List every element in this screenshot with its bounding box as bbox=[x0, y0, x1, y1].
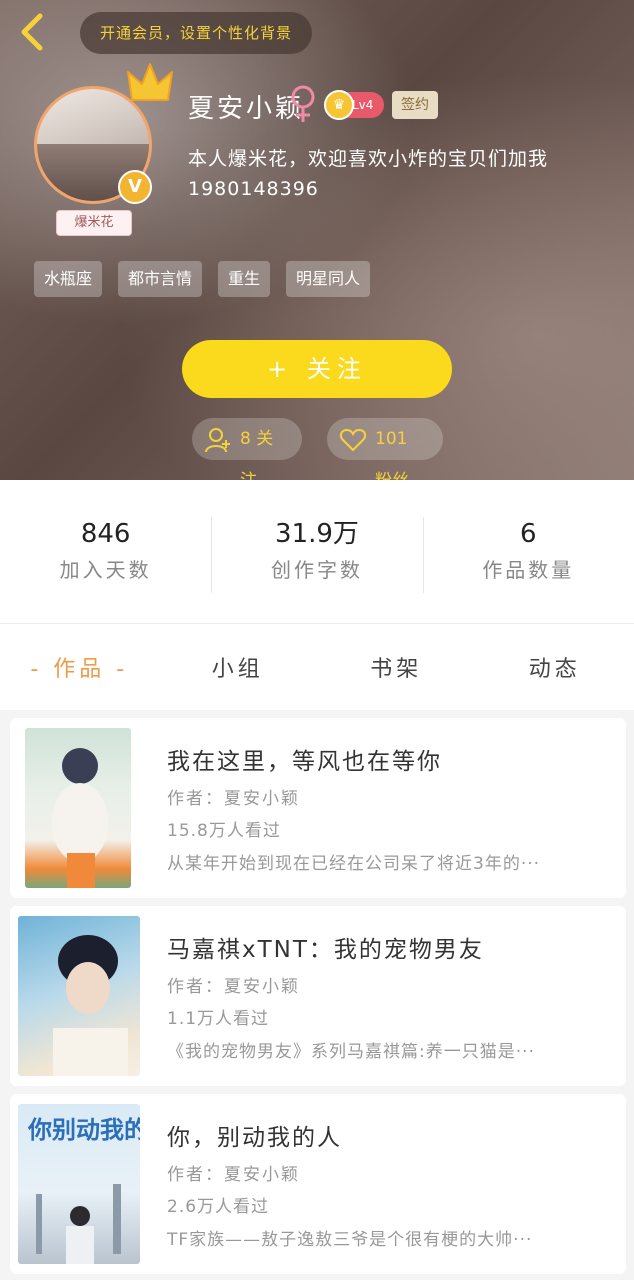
tag-item[interactable]: 重生 bbox=[218, 261, 271, 297]
work-description: TF家族——敖子逸敖三爷是个很有梗的大帅··· bbox=[167, 1230, 533, 1250]
female-icon bbox=[291, 85, 315, 122]
following-button[interactable]: 8 关注 bbox=[192, 418, 302, 480]
work-title: 马嘉祺xTNT：我的宠物男友 bbox=[167, 937, 484, 963]
work-views: 2.6万人看过 bbox=[167, 1197, 270, 1217]
following-count: 8 关注 bbox=[240, 429, 274, 480]
stat-join-days: 846 加入天数 bbox=[0, 517, 211, 593]
work-cover-image: 你别动我的人 bbox=[18, 1104, 140, 1264]
tab-works[interactable]: - 作品 - bbox=[0, 651, 159, 683]
tag-item[interactable]: 明星同人 bbox=[286, 261, 371, 297]
stat-value: 846 bbox=[80, 518, 131, 549]
avatar-tag: 爆米花 bbox=[56, 210, 132, 236]
tab-activity[interactable]: 动态 bbox=[476, 651, 634, 683]
bio-line: 本人爆米花，欢迎喜欢小炸的宝贝们加我 bbox=[188, 148, 549, 170]
verified-badge: V bbox=[118, 170, 152, 204]
stat-label: 作品数量 bbox=[482, 557, 575, 582]
bio: 本人爆米花，欢迎喜欢小炸的宝贝们加我 1980148396 bbox=[188, 144, 608, 204]
follow-button[interactable]: + 关注 bbox=[182, 340, 452, 398]
tag-item[interactable]: 水瓶座 bbox=[34, 261, 103, 297]
fans-count: 101 粉丝 bbox=[375, 429, 409, 480]
cover-title: 你别动我的人 bbox=[27, 1115, 140, 1144]
crown-icon bbox=[127, 63, 173, 101]
username: 夏安小颖 bbox=[188, 94, 305, 124]
stats-bar: 846 加入天数 31.9万 创作字数 6 作品数量 bbox=[0, 480, 634, 624]
tab-bar: - 作品 - 小组 书架 动态 bbox=[0, 624, 634, 710]
work-author: 作者：夏安小颖 bbox=[167, 977, 300, 997]
stat-works-count: 6 作品数量 bbox=[422, 516, 634, 593]
user-add-icon bbox=[205, 428, 230, 453]
stat-word-count: 31.9万 创作字数 bbox=[211, 516, 422, 593]
vip-background-banner[interactable]: 开通会员，设置个性化背景 bbox=[80, 12, 313, 54]
profile-header: 开通会员，设置个性化背景 V 爆米花 夏安小颖 ♛ Lv4 签约 本人爆米花，欢… bbox=[0, 0, 634, 480]
work-description: 《我的宠物男友》系列马嘉祺篇:养一只猫是··· bbox=[167, 1042, 535, 1062]
work-views: 1.1万人看过 bbox=[167, 1009, 270, 1029]
works-list: 我在这里，等风也在等你 作者：夏安小颖 15.8万人看过 从某年开始到现在已经在… bbox=[10, 718, 626, 1280]
work-cover-image bbox=[25, 728, 131, 888]
stat-value: 6 bbox=[520, 518, 537, 549]
work-cover-image bbox=[18, 916, 140, 1076]
stat-label: 加入天数 bbox=[59, 557, 152, 582]
work-description: 从某年开始到现在已经在公司呆了将近3年的··· bbox=[167, 854, 541, 874]
fans-button[interactable]: 101 粉丝 bbox=[327, 418, 443, 480]
level-badge: ♛ Lv4 bbox=[324, 90, 384, 120]
stat-label: 创作字数 bbox=[270, 557, 363, 582]
level-label: Lv4 bbox=[352, 98, 374, 112]
work-author: 作者：夏安小颖 bbox=[167, 1165, 300, 1185]
work-card[interactable]: 马嘉祺xTNT：我的宠物男友 作者：夏安小颖 1.1万人看过 《我的宠物男友》系… bbox=[10, 906, 626, 1086]
work-author: 作者：夏安小颖 bbox=[167, 789, 300, 809]
tag-list: 水瓶座 都市言情 重生 明星同人 bbox=[34, 261, 371, 297]
tag-item[interactable]: 都市言情 bbox=[118, 261, 203, 297]
work-card[interactable]: 我在这里，等风也在等你 作者：夏安小颖 15.8万人看过 从某年开始到现在已经在… bbox=[10, 718, 626, 898]
tab-bookshelf[interactable]: 书架 bbox=[317, 651, 476, 683]
tab-groups[interactable]: 小组 bbox=[159, 651, 318, 683]
work-views: 15.8万人看过 bbox=[167, 821, 281, 841]
work-title: 你，别动我的人 bbox=[167, 1125, 342, 1151]
chevron-left-icon bbox=[21, 13, 43, 51]
back-button[interactable] bbox=[14, 10, 54, 54]
crown-star-icon: ♛ bbox=[324, 90, 354, 120]
bio-line: 1980148396 bbox=[188, 178, 319, 200]
work-card[interactable]: 你别动我的人 你，别动我的人 作者：夏安小颖 2.6万人看过 TF家族——敖子逸… bbox=[10, 1094, 626, 1274]
heart-icon bbox=[339, 428, 367, 452]
signed-author-badge: 签约 bbox=[392, 91, 438, 119]
work-title: 我在这里，等风也在等你 bbox=[167, 749, 442, 775]
stat-value: 31.9万 bbox=[275, 518, 359, 549]
